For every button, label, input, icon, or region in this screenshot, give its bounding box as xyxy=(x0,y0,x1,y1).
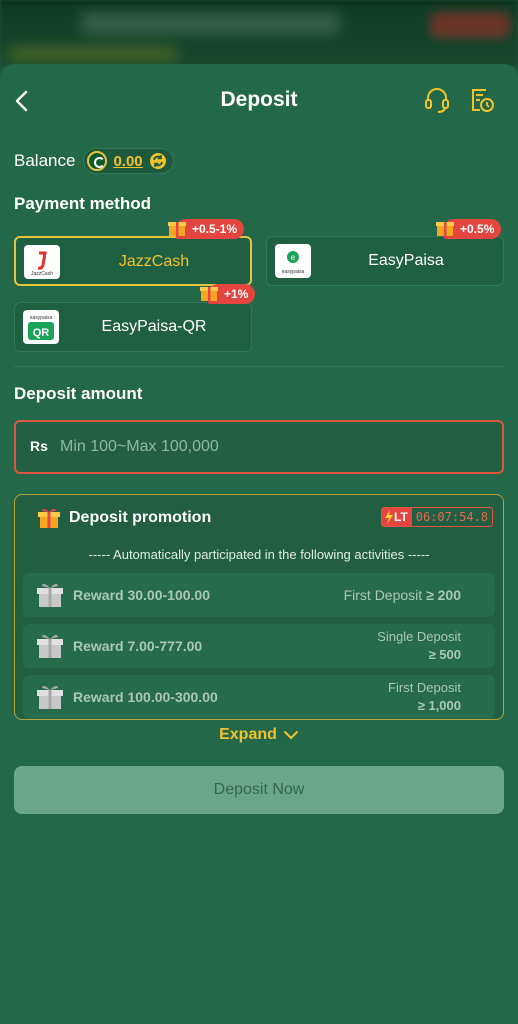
gift-box-icon xyxy=(38,508,60,528)
divider xyxy=(14,366,504,367)
balance-pill: 0.00 xyxy=(83,148,174,174)
balance-amount: 0.00 xyxy=(113,152,143,170)
deposit-promotion-panel: Deposit promotion LT 06:07:54.8 ----- Au… xyxy=(14,494,504,720)
gift-icon xyxy=(37,634,63,658)
bonus-text: +1% xyxy=(224,287,249,301)
deposit-amount-title: Deposit amount xyxy=(14,384,143,403)
reward-condition: First Deposit ≥ 200 xyxy=(344,573,461,617)
amount-input[interactable] xyxy=(60,430,490,464)
header: Deposit xyxy=(0,80,518,120)
condition-value: ≥ 200 xyxy=(426,587,461,603)
lightning-icon xyxy=(384,510,393,524)
balance-row: Balance 0.00 xyxy=(14,148,174,174)
reward-label: Reward 30.00-100.00 xyxy=(73,587,210,603)
bonus-badge: +0.5-1% xyxy=(168,219,245,239)
method-name: EasyPaisa xyxy=(368,252,444,269)
promotion-title: Deposit promotion xyxy=(69,509,212,526)
record-clock-icon xyxy=(472,89,494,112)
gift-icon xyxy=(436,222,454,236)
pakistan-flag-icon xyxy=(87,151,108,171)
bonus-text: +0.5% xyxy=(460,222,495,236)
timer-label: LT xyxy=(393,510,408,524)
reward-row: Reward 7.00-777.00 Single Deposit ≥ 500 xyxy=(23,624,495,668)
svg-text:easypaisa: easypaisa xyxy=(30,315,53,321)
reward-row: Reward 30.00-100.00 First Deposit ≥ 200 xyxy=(23,573,495,617)
deposit-amount-field[interactable]: Rs xyxy=(14,420,504,474)
method-jazzcash[interactable]: JazzCash JazzCash xyxy=(14,236,252,286)
background-page-blurred xyxy=(0,0,518,66)
reward-label: Reward 7.00-777.00 xyxy=(73,638,203,654)
promotion-header: Deposit promotion xyxy=(37,507,211,529)
history-button[interactable] xyxy=(468,86,496,114)
expand-label: Expand xyxy=(219,726,277,743)
support-button[interactable] xyxy=(424,86,450,114)
expand-button[interactable]: Expand xyxy=(0,724,518,746)
headset-icon xyxy=(425,88,449,113)
condition-text: First Deposit xyxy=(388,680,461,695)
svg-text:QR: QR xyxy=(33,327,50,339)
chevron-down-icon xyxy=(283,731,298,739)
bonus-badge: +1% xyxy=(200,284,256,304)
bonus-badge: +0.5% xyxy=(436,219,502,239)
payment-method-title: Payment method xyxy=(14,194,151,213)
reward-row: Reward 100.00-300.00 First Deposit ≥ 1,0… xyxy=(23,675,495,719)
method-name: JazzCash xyxy=(118,253,190,270)
svg-text:easypaisa: easypaisa xyxy=(282,269,305,275)
method-easypaisa[interactable]: e easypaisa EasyPaisa xyxy=(266,236,504,286)
gift-icon xyxy=(37,583,63,607)
balance-label: Balance xyxy=(14,151,76,170)
condition-value: ≥ 1,000 xyxy=(417,698,461,713)
deposit-sheet: Deposit Balance 0.00 Payment method Jazz… xyxy=(0,64,518,1024)
method-name: EasyPaisa-QR xyxy=(101,318,207,335)
countdown-timer: LT 06:07:54.8 xyxy=(380,507,493,527)
gift-icon xyxy=(168,222,186,236)
condition-text: Single Deposit xyxy=(377,629,461,644)
deposit-now-button[interactable]: Deposit Now xyxy=(14,766,504,814)
reward-condition: Single Deposit ≥ 500 xyxy=(377,628,461,664)
bonus-text: +0.5-1% xyxy=(192,222,238,236)
gift-icon xyxy=(200,287,218,301)
svg-text:JazzCash: JazzCash xyxy=(31,271,53,277)
timer-badge: LT xyxy=(381,508,412,526)
condition-value: ≥ 500 xyxy=(428,647,461,662)
timer-value: 06:07:54.8 xyxy=(415,510,488,524)
reward-label: Reward 100.00-300.00 xyxy=(73,689,218,705)
easypaisa-qr-logo: easypaisa QR xyxy=(23,310,59,344)
currency-label: Rs xyxy=(30,438,48,454)
reward-condition: First Deposit ≥ 1,000 xyxy=(388,679,461,715)
refresh-icon[interactable] xyxy=(149,152,167,170)
jazzcash-logo: JazzCash xyxy=(24,245,60,279)
easypaisa-logo: e easypaisa xyxy=(275,244,311,278)
gift-icon xyxy=(37,685,63,709)
promotion-subtitle: ----- Automatically participated in the … xyxy=(88,547,430,562)
method-easypaisa-qr[interactable]: easypaisa QR EasyPaisa-QR xyxy=(14,302,252,352)
svg-text:e: e xyxy=(291,253,296,262)
condition-text: First Deposit xyxy=(343,587,423,603)
